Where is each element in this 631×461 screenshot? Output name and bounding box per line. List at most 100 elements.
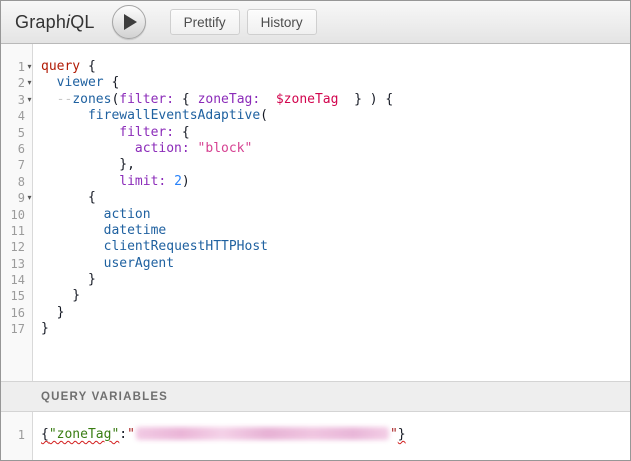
gutter-cell: 12: [1, 239, 34, 255]
code-line: 17}: [1, 321, 630, 337]
code-token: [41, 75, 57, 90]
code-line: 1▾query {: [1, 59, 630, 75]
code-token: }: [41, 272, 96, 287]
code-token: datetime: [104, 223, 167, 238]
code-token: } ) {: [338, 92, 393, 107]
code-token: userAgent: [104, 256, 174, 271]
fold-arrow-placeholder: [25, 141, 34, 157]
code-token: }: [41, 321, 49, 336]
fold-arrow-placeholder: [25, 174, 34, 190]
code-text: datetime: [34, 223, 166, 239]
code-token: limit:: [119, 174, 166, 189]
code-token: firewallEventsAdaptive: [88, 108, 260, 123]
line-number: 6: [1, 141, 25, 157]
line-number: 13: [1, 256, 25, 272]
code-token: }: [41, 305, 64, 320]
query-variables-header: QUERY VARIABLES: [1, 381, 630, 412]
code-text: --zones(filter: { zoneTag: $zoneTag } ) …: [34, 92, 393, 108]
code-token: {: [174, 125, 190, 140]
play-icon: [124, 14, 137, 30]
line-number: 4: [1, 108, 25, 124]
code-token: [41, 239, 104, 254]
line-number: 3: [1, 92, 25, 108]
query-editor[interactable]: 1▾query {2▾ viewer {3▾ --zones(filter: {…: [1, 44, 630, 381]
fold-arrow-icon[interactable]: ▾: [25, 59, 34, 75]
code-token: [41, 207, 104, 222]
gutter-cell: 8: [1, 174, 34, 190]
code-line: 4 firewallEventsAdaptive(: [1, 108, 630, 124]
code-line: 3▾ --zones(filter: { zoneTag: $zoneTag }…: [1, 92, 630, 108]
line-number: 15: [1, 288, 25, 304]
gutter-cell: 10: [1, 207, 34, 223]
code-line: 1{"zoneTag":""}: [1, 427, 630, 443]
query-variables-title[interactable]: QUERY VARIABLES: [41, 391, 168, 403]
line-number: 8: [1, 174, 25, 190]
execute-query-button[interactable]: [112, 5, 146, 39]
code-line: 15 }: [1, 288, 630, 304]
code-token: zoneTag:: [198, 92, 261, 107]
code-line: 16 }: [1, 305, 630, 321]
history-button[interactable]: History: [247, 9, 317, 35]
query-code-lines: 1▾query {2▾ viewer {3▾ --zones(filter: {…: [1, 44, 630, 338]
code-token: filter:: [119, 92, 174, 107]
logo-text-ql: QL: [70, 12, 94, 32]
line-number: 14: [1, 272, 25, 288]
fold-arrow-placeholder: [25, 321, 34, 337]
gutter-cell: 13: [1, 256, 34, 272]
code-line: 9▾ {: [1, 190, 630, 206]
prettify-button[interactable]: Prettify: [170, 9, 240, 35]
code-token: zones: [72, 92, 111, 107]
code-text: action: "block": [34, 141, 252, 157]
gutter-cell: 3▾: [1, 92, 34, 108]
code-line: 5 filter: {: [1, 125, 630, 141]
variables-code-lines: 1{"zoneTag":""}: [1, 412, 630, 443]
code-token: [41, 125, 119, 140]
code-text: limit: 2): [34, 174, 190, 190]
fold-arrow-placeholder: [25, 272, 34, 288]
fold-arrow-placeholder: [25, 108, 34, 124]
fold-arrow-icon[interactable]: ▾: [25, 190, 34, 206]
code-text: action: [34, 207, 151, 223]
code-token: {: [41, 427, 49, 442]
line-number: 2: [1, 75, 25, 91]
gutter-cell: 11: [1, 223, 34, 239]
fold-arrow-placeholder: [25, 157, 34, 173]
fold-arrow-icon[interactable]: ▾: [25, 92, 34, 108]
code-line: 14 }: [1, 272, 630, 288]
code-token: }: [398, 427, 406, 442]
code-line: 12 clientRequestHTTPHost: [1, 239, 630, 255]
code-text: query {: [34, 59, 96, 75]
line-number: 11: [1, 223, 25, 239]
code-text: }: [34, 321, 49, 337]
gutter-cell: 1▾: [1, 59, 34, 75]
code-token: $zoneTag: [276, 92, 339, 107]
gutter-cell: 9▾: [1, 190, 34, 206]
code-token: ": [390, 427, 398, 442]
code-token: --: [57, 92, 73, 107]
code-text: {"zoneTag":""}: [34, 427, 406, 443]
fold-arrow-placeholder: [25, 239, 34, 255]
gutter-cell: 7: [1, 157, 34, 173]
code-token: (: [260, 108, 268, 123]
gutter-cell: 2▾: [1, 75, 34, 91]
line-number: 1: [1, 427, 25, 443]
gutter-cell: 17: [1, 321, 34, 337]
code-token: [41, 108, 88, 123]
code-token: action:: [135, 141, 190, 156]
variables-editor[interactable]: 1{"zoneTag":""}: [1, 412, 630, 461]
code-token: [260, 92, 276, 107]
code-token: clientRequestHTTPHost: [104, 239, 268, 254]
fold-arrow-placeholder: [25, 305, 34, 321]
code-text: }: [34, 288, 80, 304]
gutter-cell: 5: [1, 125, 34, 141]
gutter-cell: 14: [1, 272, 34, 288]
code-token: filter:: [119, 125, 174, 140]
gutter-cell: 16: [1, 305, 34, 321]
code-token: {: [104, 75, 120, 90]
line-number: 17: [1, 321, 25, 337]
code-token: [41, 223, 104, 238]
code-token: 2: [174, 174, 182, 189]
fold-arrow-icon[interactable]: ▾: [25, 75, 34, 91]
fold-arrow-placeholder: [25, 223, 34, 239]
code-token: {: [174, 92, 197, 107]
